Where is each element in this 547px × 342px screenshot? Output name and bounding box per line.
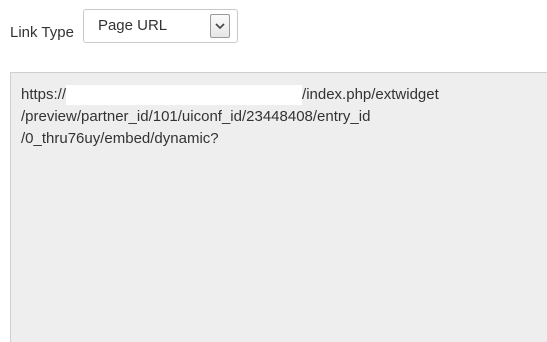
link-type-row: Link Type Page URL bbox=[10, 8, 238, 44]
url-line-3: /0_thru76uy/embed/dynamic? bbox=[21, 130, 219, 147]
link-type-select[interactable]: Page URL bbox=[82, 9, 238, 43]
url-prefix: https:// bbox=[21, 86, 67, 103]
url-line-2: /preview/partner_id/101/uiconf_id/234484… bbox=[21, 108, 371, 125]
link-type-selected-value: Page URL bbox=[97, 17, 168, 34]
link-settings-panel: Link Type Page URL https:// /index.php/ex… bbox=[0, 0, 547, 342]
redacted-domain bbox=[66, 85, 303, 105]
url-line-1-suffix: /index.php/extwidget bbox=[302, 86, 439, 103]
embed-url-textarea[interactable]: https:// /index.php/extwidget /preview/pa… bbox=[10, 72, 547, 342]
url-line-1: https:// /index.php/extwidget bbox=[21, 84, 537, 106]
link-type-label: Link Type bbox=[10, 23, 74, 41]
chevron-down-icon[interactable] bbox=[209, 14, 230, 38]
